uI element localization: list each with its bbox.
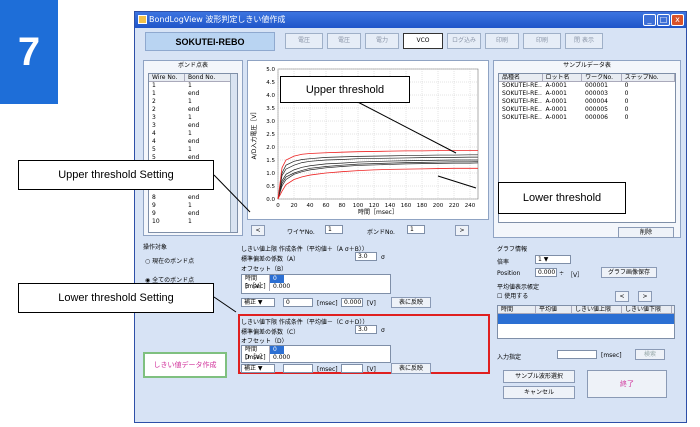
lower-setting-arrow (213, 296, 237, 313)
upper-setting-arrow (213, 174, 251, 213)
upper-threshold-arrow (349, 97, 457, 154)
lower-threshold-arrow (437, 175, 477, 189)
callout-upper-setting: Upper threshold Setting (18, 160, 214, 190)
callout-upper-threshold: Upper threshold (280, 76, 410, 103)
callout-lower-setting: Lower threshold Setting (18, 283, 214, 313)
callout-lower-threshold: Lower threshold (498, 182, 626, 214)
